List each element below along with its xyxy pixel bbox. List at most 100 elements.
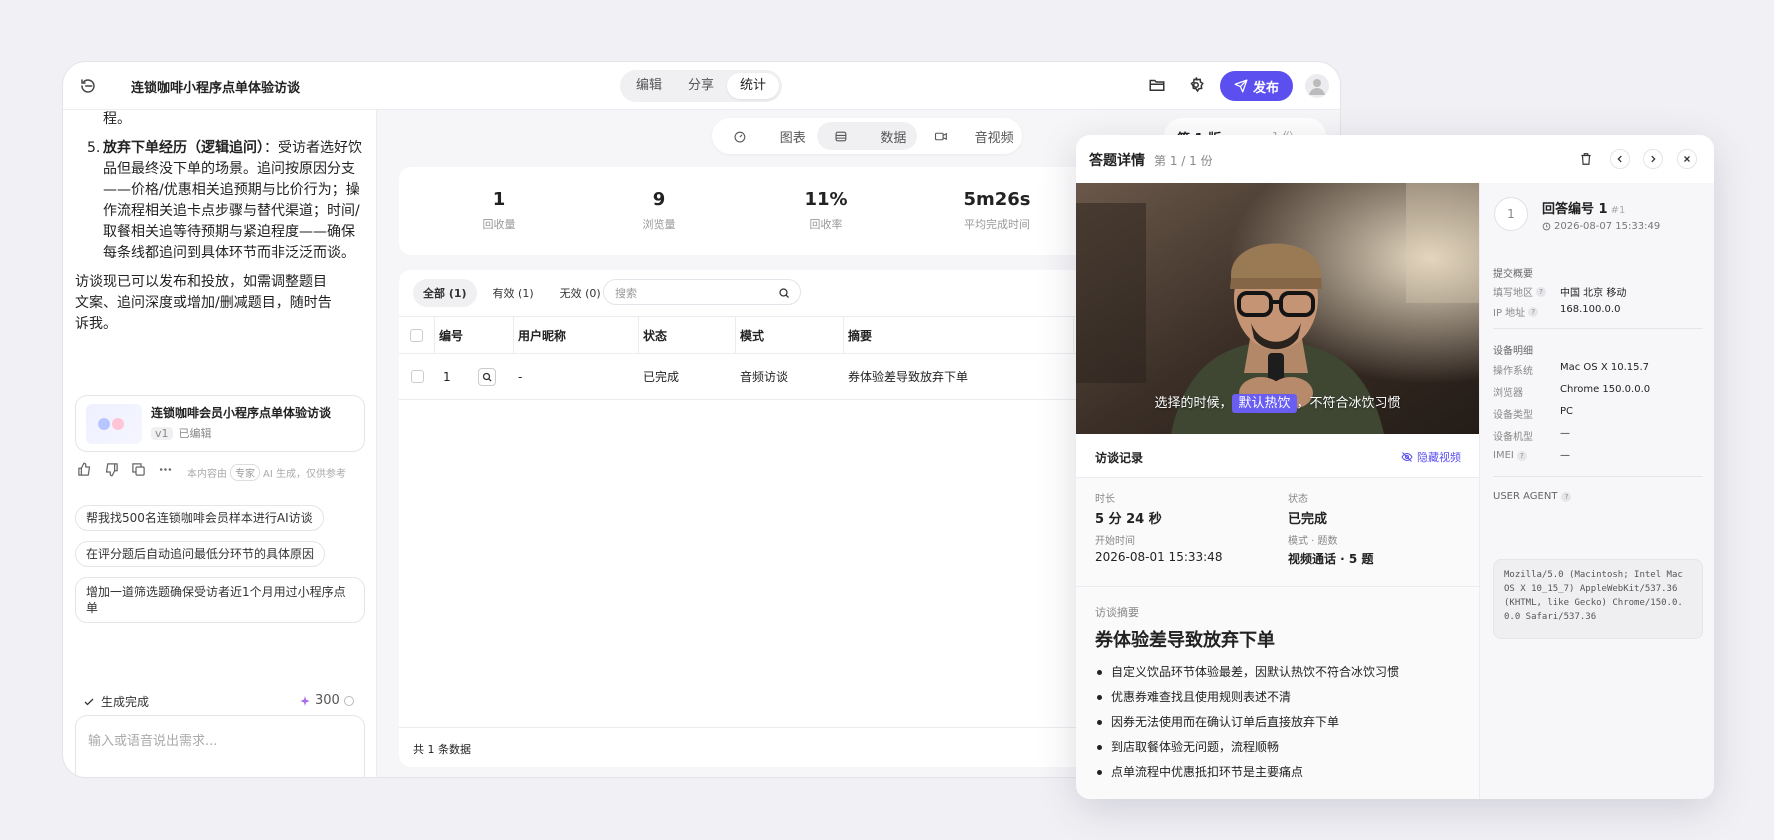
table-header: 编号 用户昵称 状态 模式 摘要 bbox=[399, 316, 1099, 354]
suggestion-chip[interactable]: 帮我找500名连锁咖啡会员样本进行AI访谈 bbox=[75, 505, 324, 531]
suggestion-chip[interactable]: 增加一道筛选题确保受访者近1个月用过小程序点单 bbox=[75, 577, 365, 623]
kv-key: 设备机型 bbox=[1493, 432, 1533, 443]
prev-icon[interactable] bbox=[1610, 149, 1630, 169]
survey-card[interactable]: 连锁咖啡会员小程序点单体验访谈 v1 已编辑 bbox=[75, 395, 365, 452]
meta-start: 开始时间 2026-08-01 15:33:48 bbox=[1095, 532, 1222, 564]
record-label: 访谈记录 bbox=[1095, 451, 1144, 465]
kv-value: PC bbox=[1560, 406, 1574, 417]
kv-key: IP 地址 bbox=[1493, 308, 1526, 319]
tab-chart[interactable]: 图表 bbox=[716, 122, 817, 150]
detail-subtitle: 第 1 / 1 份 bbox=[1154, 154, 1213, 168]
publish-button[interactable]: 发布 bbox=[1220, 71, 1293, 101]
meta-value: 5 分 24 秒 bbox=[1095, 512, 1162, 527]
stat-label: 回收量 bbox=[482, 218, 516, 231]
stat-label: 浏览量 bbox=[642, 218, 676, 231]
filter-all[interactable]: 全部 (1) bbox=[413, 279, 477, 307]
tab-stats[interactable]: 统计 bbox=[727, 73, 779, 99]
tab-edit[interactable]: 编辑 bbox=[623, 73, 675, 99]
chat-list-item: 5. 放弃下单经历（逻辑追问）：受访者选好饮品但最终没下单的场景。追问按原因分支… bbox=[75, 138, 365, 264]
row-summary: 券体验差导致放弃下单 bbox=[848, 370, 969, 384]
eye-off-icon bbox=[1401, 451, 1413, 463]
summary-point: 优惠券难查找且使用规则表述不清 bbox=[1095, 685, 1399, 710]
stat-label: 回收率 bbox=[809, 218, 843, 231]
tab-share[interactable]: 分享 bbox=[675, 73, 727, 99]
subtitle-highlight: 默认热饮 bbox=[1232, 394, 1297, 413]
tab-data[interactable]: 数据 bbox=[816, 122, 918, 150]
filter-valid[interactable]: 有效 (1) bbox=[483, 279, 544, 307]
chat-list-bold: 放弃下单经历（逻辑追问） bbox=[103, 140, 264, 156]
hide-video-button[interactable]: 隐藏视频 bbox=[1401, 449, 1461, 465]
kv-value: 168.100.0.0 bbox=[1560, 304, 1621, 315]
copy-icon[interactable] bbox=[131, 462, 146, 477]
help-icon[interactable]: ? bbox=[1561, 491, 1572, 502]
suggestion-chip[interactable]: 在评分题后自动追问最低分环节的具体原因 bbox=[75, 541, 326, 567]
filter-invalid[interactable]: 无效 (0) bbox=[550, 279, 611, 307]
trash-icon[interactable] bbox=[1576, 149, 1596, 169]
prompt-input[interactable]: 输入或语音说出需求... 基础 bbox=[75, 715, 365, 777]
interview-meta: 时长 5 分 24 秒 状态 已完成 开始时间 2026-08-01 15:33:48… bbox=[1076, 478, 1479, 587]
stat-value: 9 bbox=[652, 189, 666, 210]
folder-icon[interactable] bbox=[1148, 76, 1166, 94]
chat-message: 程。 5. 放弃下单经历（逻辑追问）：受访者选好饮品但最终没下单的场景。追问按原… bbox=[75, 110, 365, 335]
chat-list-text: ：受访者选好饮品但最终没下单的场景。追问按原因分支——价格/优惠相关追预期与比价… bbox=[103, 140, 362, 261]
interview-video[interactable]: 选择的时候， 默认热饮 ，不符合冰饮习惯 bbox=[1076, 183, 1479, 434]
kv-key: IMEI bbox=[1493, 450, 1514, 461]
col-nickname[interactable]: 用户昵称 bbox=[514, 317, 639, 353]
back-icon[interactable] bbox=[79, 77, 97, 95]
respondent-info: 1 回答编号 1 #1 2026-08-07 15:33:49 提交概要 填写地区… bbox=[1479, 183, 1714, 799]
col-id[interactable]: 编号 bbox=[435, 317, 514, 353]
col-mode[interactable]: 模式 bbox=[736, 317, 844, 353]
row-checkbox[interactable] bbox=[410, 370, 424, 383]
respondent-tag: #1 bbox=[1610, 205, 1626, 216]
meta-status: 状态 已完成 bbox=[1288, 490, 1327, 527]
subtitle-before: 选择的时候， bbox=[1154, 396, 1233, 411]
hide-video-label: 隐藏视频 bbox=[1417, 451, 1461, 464]
help-icon[interactable]: ? bbox=[1536, 286, 1546, 297]
tab-media[interactable]: 音视频 bbox=[917, 122, 1018, 150]
page-title: 连锁咖啡小程序点单体验访谈 bbox=[131, 81, 301, 96]
respondent-time: 2026-08-07 15:33:49 bbox=[1542, 221, 1660, 232]
kv-key: 操作系统 bbox=[1493, 366, 1533, 377]
stat-label: 平均完成时间 bbox=[964, 218, 1030, 231]
user-avatar[interactable] bbox=[1305, 74, 1329, 98]
stat-responses: 1 回收量 bbox=[439, 189, 559, 232]
stat-value: 11% bbox=[804, 189, 848, 210]
col-summary[interactable]: 摘要 bbox=[844, 317, 1074, 353]
survey-version: v1 bbox=[151, 426, 173, 440]
col-status[interactable]: 状态 bbox=[639, 317, 736, 353]
help-icon[interactable]: ? bbox=[1516, 450, 1527, 461]
stats-summary: 1 回收量 9 浏览量 11% 回收率 5m26s 平均完成时间 bbox=[399, 167, 1099, 255]
responses-table: 全部 (1) 有效 (1) 无效 (0) 搜索 编号 用户昵称 状态 模式 摘要… bbox=[399, 270, 1099, 767]
send-icon bbox=[1234, 79, 1248, 93]
ua-label-text: USER AGENT bbox=[1493, 491, 1558, 502]
search-input[interactable]: 搜索 bbox=[603, 279, 801, 305]
publish-label: 发布 bbox=[1252, 80, 1279, 96]
done-label: 生成完成 bbox=[101, 695, 150, 709]
user-agent-box: Mozilla/5.0 (Macintosh; Intel Mac OS X 1… bbox=[1493, 559, 1703, 639]
meta-label: 时长 bbox=[1095, 494, 1115, 505]
thumbs-down-icon[interactable] bbox=[104, 462, 119, 477]
generation-status: 生成完成 bbox=[83, 693, 149, 710]
kv-value: — bbox=[1560, 428, 1570, 439]
gear-icon[interactable] bbox=[1187, 76, 1205, 94]
view-detail-icon[interactable] bbox=[478, 367, 496, 386]
kv-os: 操作系统 Mac OS X 10.15.7 bbox=[1493, 362, 1703, 378]
chat-panel: 程。 5. 放弃下单经历（逻辑追问）：受访者选好饮品但最终没下单的场景。追问按原… bbox=[63, 110, 377, 777]
top-bar: 连锁咖啡小程序点单体验访谈 编辑 分享 统计 发布 bbox=[63, 62, 1340, 110]
more-icon[interactable] bbox=[158, 462, 173, 477]
close-icon[interactable] bbox=[1677, 149, 1697, 169]
row-status: 已完成 bbox=[643, 370, 680, 384]
credits-counter: 300 bbox=[299, 693, 354, 708]
help-icon[interactable]: ? bbox=[1528, 306, 1539, 317]
kv-imei: IMEI? — bbox=[1493, 450, 1703, 466]
table-row[interactable]: 1 - 已完成 音频访谈 券体验差导致放弃下单 bbox=[399, 354, 1099, 400]
survey-status: 已编辑 bbox=[178, 427, 212, 440]
summary-points: 自定义饮品环节体验最差，因默认热饮不符合冰饮习惯 优惠券难查找且使用规则表述不清… bbox=[1095, 660, 1399, 785]
select-all-checkbox[interactable] bbox=[410, 328, 423, 342]
thumbs-up-icon[interactable] bbox=[77, 462, 92, 477]
next-icon[interactable] bbox=[1643, 149, 1663, 169]
chat-closing: 访谈现已可以发布和投放，如需调整题目文案、追问深度或增加/删减题目，随时告诉我。 bbox=[75, 274, 332, 332]
kv-value: Chrome 150.0.0.0 bbox=[1560, 384, 1651, 395]
respondent-avatar: 1 bbox=[1494, 197, 1528, 231]
stat-avg-time: 5m26s 平均完成时间 bbox=[937, 189, 1057, 232]
